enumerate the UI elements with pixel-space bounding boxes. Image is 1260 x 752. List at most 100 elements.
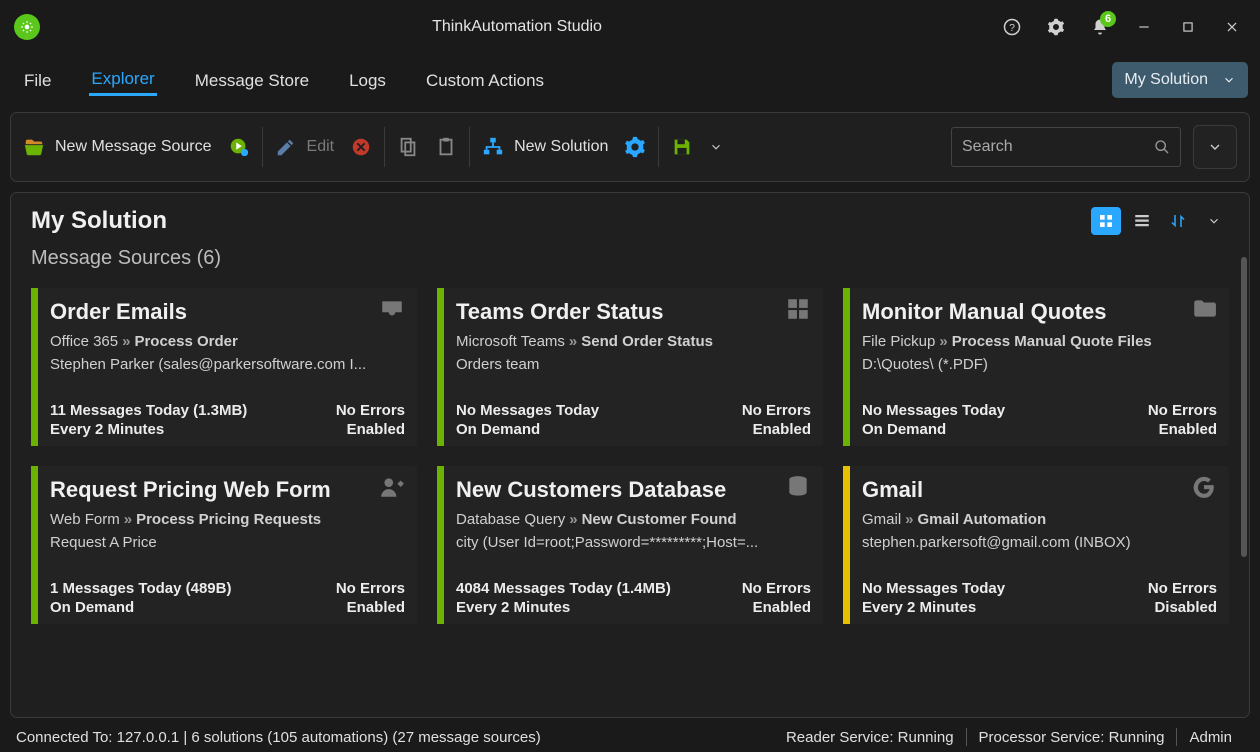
app-title: ThinkAutomation Studio <box>40 18 994 36</box>
tile-source-line: Microsoft Teams»Send Order Status <box>456 333 811 350</box>
tile-messages: No Messages Today <box>862 402 1005 419</box>
database-icon <box>785 474 811 505</box>
message-source-tile[interactable]: Request Pricing Web Form Web Form»Proces… <box>31 466 417 624</box>
menubar: File Explorer Message Store Logs Custom … <box>0 54 1260 106</box>
tile-source-line: Office 365»Process Order <box>50 333 405 350</box>
folder-icon <box>1191 296 1217 327</box>
tile-errors: No Errors <box>1148 402 1217 419</box>
chevron-down-icon[interactable] <box>709 140 723 154</box>
bell-icon[interactable]: 6 <box>1082 9 1118 45</box>
grid-icon <box>785 296 811 327</box>
tile-errors: No Errors <box>742 402 811 419</box>
search-placeholder: Search <box>962 138 1144 156</box>
chevron-down-icon <box>1207 139 1223 155</box>
list-view-button[interactable] <box>1127 207 1157 235</box>
tile-detail-line: city (User Id=root;Password=*********;Ho… <box>456 534 811 551</box>
new-solution-label: New Solution <box>514 138 608 156</box>
panel-subtitle: Message Sources (6) <box>31 247 1229 270</box>
svg-text:?: ? <box>1009 22 1015 34</box>
toolbar-overflow-button[interactable] <box>1193 125 1237 169</box>
tile-schedule: Every 2 Minutes <box>456 599 570 616</box>
g-icon <box>1191 474 1217 505</box>
pencil-icon <box>275 136 297 158</box>
toolbar: New Message Source Edit New Solution <box>10 112 1250 182</box>
solution-gear-icon[interactable] <box>624 136 646 158</box>
panel-title: My Solution <box>31 207 167 235</box>
tile-title: New Customers Database <box>456 477 726 503</box>
tile-title: Monitor Manual Quotes <box>862 299 1106 325</box>
tile-messages: 1 Messages Today (489B) <box>50 580 231 597</box>
help-icon[interactable]: ? <box>994 9 1030 45</box>
gear-icon[interactable] <box>1038 9 1074 45</box>
tile-title: Teams Order Status <box>456 299 663 325</box>
tile-title: Request Pricing Web Form <box>50 477 331 503</box>
status-reader: Reader Service: Running <box>774 729 966 746</box>
new-message-source-label: New Message Source <box>55 138 212 156</box>
search-input[interactable]: Search <box>951 127 1181 167</box>
delete-icon[interactable] <box>350 136 372 158</box>
content-panel: My Solution Message Sources (6) Order Em… <box>10 192 1250 718</box>
paste-icon[interactable] <box>435 136 457 158</box>
edit-button[interactable]: Edit <box>275 136 335 158</box>
tile-messages: 11 Messages Today (1.3MB) <box>50 402 247 419</box>
tile-status-bar <box>437 466 444 624</box>
tile-errors: No Errors <box>1148 580 1217 597</box>
maximize-button[interactable] <box>1170 9 1206 45</box>
tile-errors: No Errors <box>742 580 811 597</box>
tile-detail-line: Orders team <box>456 356 811 373</box>
tile-messages: No Messages Today <box>456 402 599 419</box>
edit-label: Edit <box>307 138 335 156</box>
tile-state: Enabled <box>1159 421 1217 438</box>
solution-dropdown[interactable]: My Solution <box>1112 62 1248 98</box>
sort-dropdown[interactable] <box>1199 207 1229 235</box>
menu-custom-actions[interactable]: Custom Actions <box>424 65 546 95</box>
tile-title: Order Emails <box>50 299 187 325</box>
menu-file[interactable]: File <box>22 65 53 95</box>
message-source-tile[interactable]: Gmail Gmail»Gmail Automation stephen.par… <box>843 466 1229 624</box>
save-icon[interactable] <box>671 136 693 158</box>
scrollbar-thumb[interactable] <box>1241 257 1247 557</box>
titlebar: ThinkAutomation Studio ? 6 <box>0 0 1260 54</box>
solution-dropdown-label: My Solution <box>1124 71 1208 89</box>
new-solution-button[interactable]: New Solution <box>482 136 608 158</box>
message-source-tile[interactable]: Monitor Manual Quotes File Pickup»Proces… <box>843 288 1229 446</box>
status-processor: Processor Service: Running <box>967 729 1177 746</box>
tile-status-bar <box>843 288 850 446</box>
notification-badge: 6 <box>1100 11 1116 27</box>
tile-source-line: Gmail»Gmail Automation <box>862 511 1217 528</box>
status-connected: Connected To: 127.0.0.1 | 6 solutions (1… <box>16 729 774 746</box>
menu-logs[interactable]: Logs <box>347 65 388 95</box>
hierarchy-icon <box>482 136 504 158</box>
tile-errors: No Errors <box>336 580 405 597</box>
tile-source-line: Database Query»New Customer Found <box>456 511 811 528</box>
userform-icon <box>379 474 405 505</box>
tile-detail-line: Stephen Parker (sales@parkersoftware.com… <box>50 356 405 373</box>
menu-explorer[interactable]: Explorer <box>89 63 156 96</box>
tile-source-line: File Pickup»Process Manual Quote Files <box>862 333 1217 350</box>
close-button[interactable] <box>1214 9 1250 45</box>
tile-errors: No Errors <box>336 402 405 419</box>
tile-schedule: Every 2 Minutes <box>862 599 976 616</box>
minimize-button[interactable] <box>1126 9 1162 45</box>
message-source-tile[interactable]: Order Emails Office 365»Process Order St… <box>31 288 417 446</box>
play-gear-icon[interactable] <box>228 136 250 158</box>
tile-schedule: On Demand <box>862 421 946 438</box>
tile-status-bar <box>437 288 444 446</box>
message-source-tile[interactable]: Teams Order Status Microsoft Teams»Send … <box>437 288 823 446</box>
tile-detail-line: D:\Quotes\ (*.PDF) <box>862 356 1217 373</box>
status-user: Admin <box>1177 729 1244 746</box>
message-source-tile[interactable]: New Customers Database Database Query»Ne… <box>437 466 823 624</box>
tile-schedule: On Demand <box>456 421 540 438</box>
tile-source-line: Web Form»Process Pricing Requests <box>50 511 405 528</box>
tile-detail-line: Request A Price <box>50 534 405 551</box>
tile-schedule: On Demand <box>50 599 134 616</box>
chevron-down-icon <box>1222 73 1236 87</box>
search-icon <box>1154 139 1170 155</box>
tile-state: Disabled <box>1154 599 1217 616</box>
copy-icon[interactable] <box>397 136 419 158</box>
tile-messages: No Messages Today <box>862 580 1005 597</box>
new-message-source-button[interactable]: New Message Source <box>23 136 212 158</box>
grid-view-button[interactable] <box>1091 207 1121 235</box>
menu-message-store[interactable]: Message Store <box>193 65 311 95</box>
sort-button[interactable] <box>1163 207 1193 235</box>
